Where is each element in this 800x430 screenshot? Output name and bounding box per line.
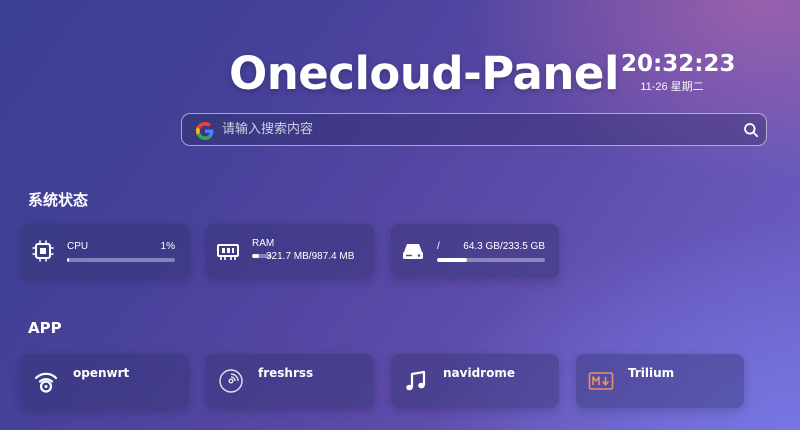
status-label: / [437, 241, 440, 252]
wifi-icon [34, 372, 58, 393]
ram-icon [217, 244, 239, 260]
header: Onecloud-Panel 20:32:23 11-26 星期二 [0, 44, 800, 104]
status-card-disk[interactable]: / 64.3 GB/233.5 GB [391, 224, 559, 278]
status-card-ram[interactable]: RAM 321.7 MB/987.4 MB [206, 224, 374, 278]
status-value: 1% [160, 241, 175, 252]
app-name: navidrome [443, 366, 515, 380]
header-divider [609, 66, 611, 84]
google-icon[interactable] [196, 122, 214, 140]
app-card-navidrome[interactable]: navidrome [391, 354, 559, 408]
cpu-icon [32, 240, 54, 262]
page-title: Onecloud-Panel [229, 47, 619, 100]
apps-heading: APP [28, 319, 62, 337]
progress-bar [67, 258, 175, 262]
system-status-heading: 系统状态 [28, 191, 89, 209]
app-name: Trilium [628, 366, 675, 380]
clock-time: 20:32:23 [621, 51, 736, 77]
app-card-freshrss[interactable]: freshrss [206, 354, 374, 408]
search-icon[interactable] [743, 122, 759, 138]
progress-fill [252, 254, 259, 258]
status-value: 321.7 MB/987.4 MB [266, 251, 355, 262]
status-card-cpu[interactable]: CPU 1% [21, 224, 189, 278]
status-label: RAM [252, 238, 275, 249]
status-value: 64.3 GB/233.5 GB [463, 241, 545, 252]
music-note-icon [406, 370, 426, 391]
search-input[interactable] [222, 114, 722, 145]
progress-fill [437, 258, 467, 262]
markdown-icon [588, 372, 614, 390]
clock-date: 11-26 星期二 [640, 81, 704, 93]
search-bar [181, 113, 767, 146]
progress-bar [437, 258, 545, 262]
app-card-openwrt[interactable]: openwrt [21, 354, 189, 408]
progress-fill [67, 258, 70, 262]
status-label: CPU [67, 241, 89, 252]
disk-icon [403, 244, 423, 259]
disc-icon [219, 369, 243, 393]
app-name: freshrss [258, 366, 314, 380]
app-card-trilium[interactable]: Trilium [576, 354, 744, 408]
app-name: openwrt [73, 366, 130, 380]
